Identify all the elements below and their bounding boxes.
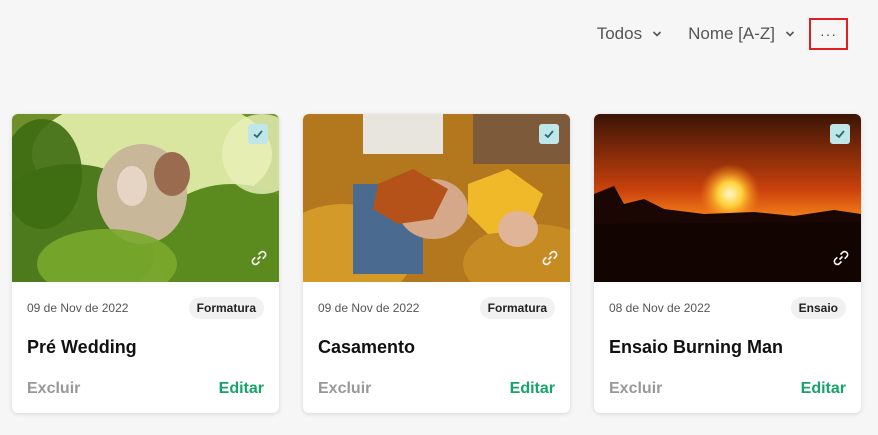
- delete-button[interactable]: Excluir: [318, 380, 371, 398]
- card-title: Casamento: [318, 337, 416, 357]
- gallery-thumbnail[interactable]: [303, 114, 570, 282]
- toolbar: Todos Nome [A-Z] ···: [597, 18, 848, 50]
- edit-button[interactable]: Editar: [219, 380, 264, 398]
- check-icon: [253, 130, 263, 139]
- gallery-list: 09 de Nov de 2022 Formatura Pré Wedding …: [12, 114, 861, 413]
- gallery-card[interactable]: 08 de Nov de 2022 Ensaio Ensaio Burning …: [594, 114, 861, 413]
- edit-button[interactable]: Editar: [510, 380, 555, 398]
- card-actions: Excluir Editar: [303, 370, 570, 398]
- filter-dropdown[interactable]: Todos: [597, 24, 662, 44]
- delete-button[interactable]: Excluir: [27, 380, 80, 398]
- gallery-thumbnail[interactable]: [12, 114, 279, 282]
- card-date: 09 de Nov de 2022: [27, 301, 129, 315]
- link-icon[interactable]: [249, 248, 269, 268]
- check-icon: [544, 130, 554, 139]
- photo-image: [594, 114, 861, 282]
- delete-button[interactable]: Excluir: [609, 380, 662, 398]
- chevron-down-icon: [785, 31, 795, 37]
- link-icon[interactable]: [540, 248, 560, 268]
- gallery-thumbnail[interactable]: [594, 114, 861, 282]
- photo-image: [12, 114, 279, 282]
- link-icon[interactable]: [831, 248, 851, 268]
- filter-dropdown-label: Todos: [596, 24, 643, 43]
- photo-image: [303, 114, 570, 282]
- chevron-down-icon: [653, 31, 662, 37]
- hint-link[interactable]: Dica: Como adicionar Na secundas e no bl…: [586, 71, 832, 83]
- sort-dropdown[interactable]: Nome [A-Z]: [688, 24, 795, 44]
- sort-dropdown-label: Nome [A-Z]: [688, 24, 775, 43]
- card-title: Ensaio Burning Man: [609, 337, 784, 357]
- card-meta: 09 de Nov de 2022 Formatura: [303, 282, 570, 320]
- edit-button[interactable]: Editar: [801, 380, 846, 398]
- select-checkbox[interactable]: [830, 124, 850, 144]
- category-badge: Ensaio: [790, 297, 846, 319]
- card-date: 09 de Nov de 2022: [318, 301, 420, 315]
- card-actions: Excluir Editar: [12, 370, 279, 398]
- category-badge: Formatura: [479, 297, 555, 319]
- card-date: 08 de Nov de 2022: [609, 301, 711, 315]
- card-meta: 09 de Nov de 2022 Formatura: [12, 282, 279, 320]
- check-icon: [835, 130, 845, 139]
- select-checkbox[interactable]: [539, 124, 559, 144]
- card-actions: Excluir Editar: [594, 370, 861, 398]
- category-badge: Formatura: [188, 297, 264, 319]
- gallery-card[interactable]: 09 de Nov de 2022 Formatura Casamento Ex…: [303, 114, 570, 413]
- card-meta: 08 de Nov de 2022 Ensaio: [594, 282, 861, 320]
- select-checkbox[interactable]: [248, 124, 268, 144]
- gallery-card[interactable]: 09 de Nov de 2022 Formatura Pré Wedding …: [12, 114, 279, 413]
- more-options-button[interactable]: ···: [809, 18, 848, 50]
- card-title: Pré Wedding: [27, 337, 137, 357]
